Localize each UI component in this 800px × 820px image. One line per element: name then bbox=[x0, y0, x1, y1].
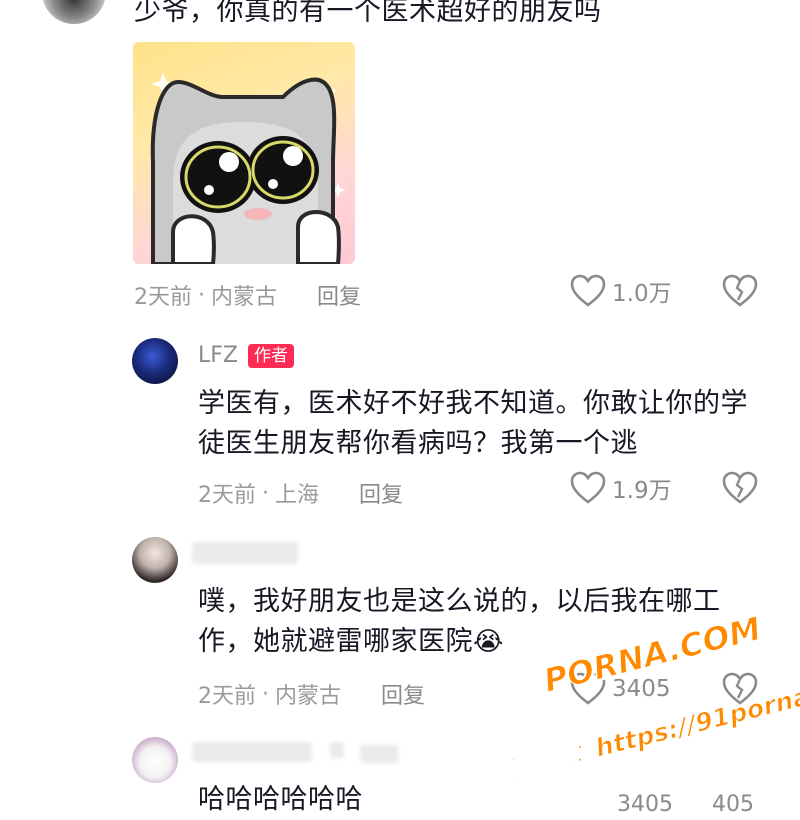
cat-face-icon bbox=[150, 72, 346, 264]
reply-button[interactable]: 回复 bbox=[359, 477, 403, 509]
comment-time: 2天前 bbox=[134, 285, 192, 310]
comment-text-line: 徒医生朋友帮你看病吗？我第一个逃 bbox=[198, 428, 638, 459]
comment-text-line: 作，她就避雷哪家医院 bbox=[198, 626, 473, 657]
broken-heart-icon bbox=[722, 471, 758, 504]
reply-button[interactable]: 回复 bbox=[317, 279, 361, 311]
comment-text: 学医有，医术好不好我不知道。你敢让你的学 徒医生朋友帮你看病吗？我第一个逃 bbox=[198, 384, 748, 464]
comment-text: 少爷，你真的有一个医术超好的朋友吗 bbox=[134, 0, 602, 27]
heart-icon bbox=[570, 471, 606, 504]
cat-sticker-image[interactable] bbox=[133, 42, 355, 264]
author-username[interactable]: LFZ bbox=[198, 343, 238, 368]
meta-dot: · bbox=[262, 681, 269, 707]
comment-location: 内蒙古 bbox=[211, 285, 278, 310]
like-button[interactable]: 1.0万 bbox=[570, 274, 672, 308]
comment-text-line: 学医有，医术好不好我不知道。你敢让你的学 bbox=[198, 388, 748, 419]
comment-location: 上海 bbox=[275, 483, 320, 508]
comment-location: 内蒙古 bbox=[275, 684, 342, 709]
blurred-username bbox=[360, 745, 398, 763]
comment-text: 哈哈哈哈哈哈 bbox=[198, 784, 363, 815]
comment-meta: 2天前 · 内蒙古 回复 bbox=[198, 678, 425, 710]
like-count: 3405 bbox=[617, 792, 673, 817]
like-count: 1.0万 bbox=[612, 281, 672, 307]
comment-meta: 2天前 · 上海 回复 bbox=[198, 477, 403, 509]
commenter-avatar[interactable] bbox=[132, 737, 178, 783]
blurred-username bbox=[192, 542, 298, 564]
author-badge: 作者 bbox=[247, 343, 294, 368]
author-avatar[interactable] bbox=[132, 338, 178, 384]
like-button[interactable]: 1.9万 bbox=[570, 471, 672, 505]
like-count: 1.9万 bbox=[612, 478, 672, 504]
heart-icon bbox=[570, 274, 606, 307]
commenter-avatar[interactable] bbox=[42, 0, 106, 24]
blurred-username bbox=[330, 742, 344, 758]
dislike-button[interactable] bbox=[722, 471, 758, 509]
comment-time: 2天前 bbox=[198, 684, 256, 709]
crying-emoji-icon: 😭 bbox=[473, 627, 504, 657]
comment-meta: 2天前 · 内蒙古 回复 bbox=[134, 279, 361, 311]
blurred-username bbox=[192, 742, 312, 762]
author-username-row: LFZ 作者 bbox=[198, 343, 294, 368]
meta-dot: · bbox=[198, 282, 205, 308]
dislike-count: 405 bbox=[712, 792, 754, 817]
commenter-avatar[interactable] bbox=[132, 537, 178, 583]
comment-text-line: 噗，我好朋友也是这么说的，以后我在哪工 bbox=[198, 586, 721, 617]
comment-time: 2天前 bbox=[198, 483, 256, 508]
dislike-button[interactable] bbox=[722, 274, 758, 312]
meta-dot: · bbox=[262, 480, 269, 506]
reply-button[interactable]: 回复 bbox=[381, 678, 425, 710]
broken-heart-icon bbox=[722, 274, 758, 307]
